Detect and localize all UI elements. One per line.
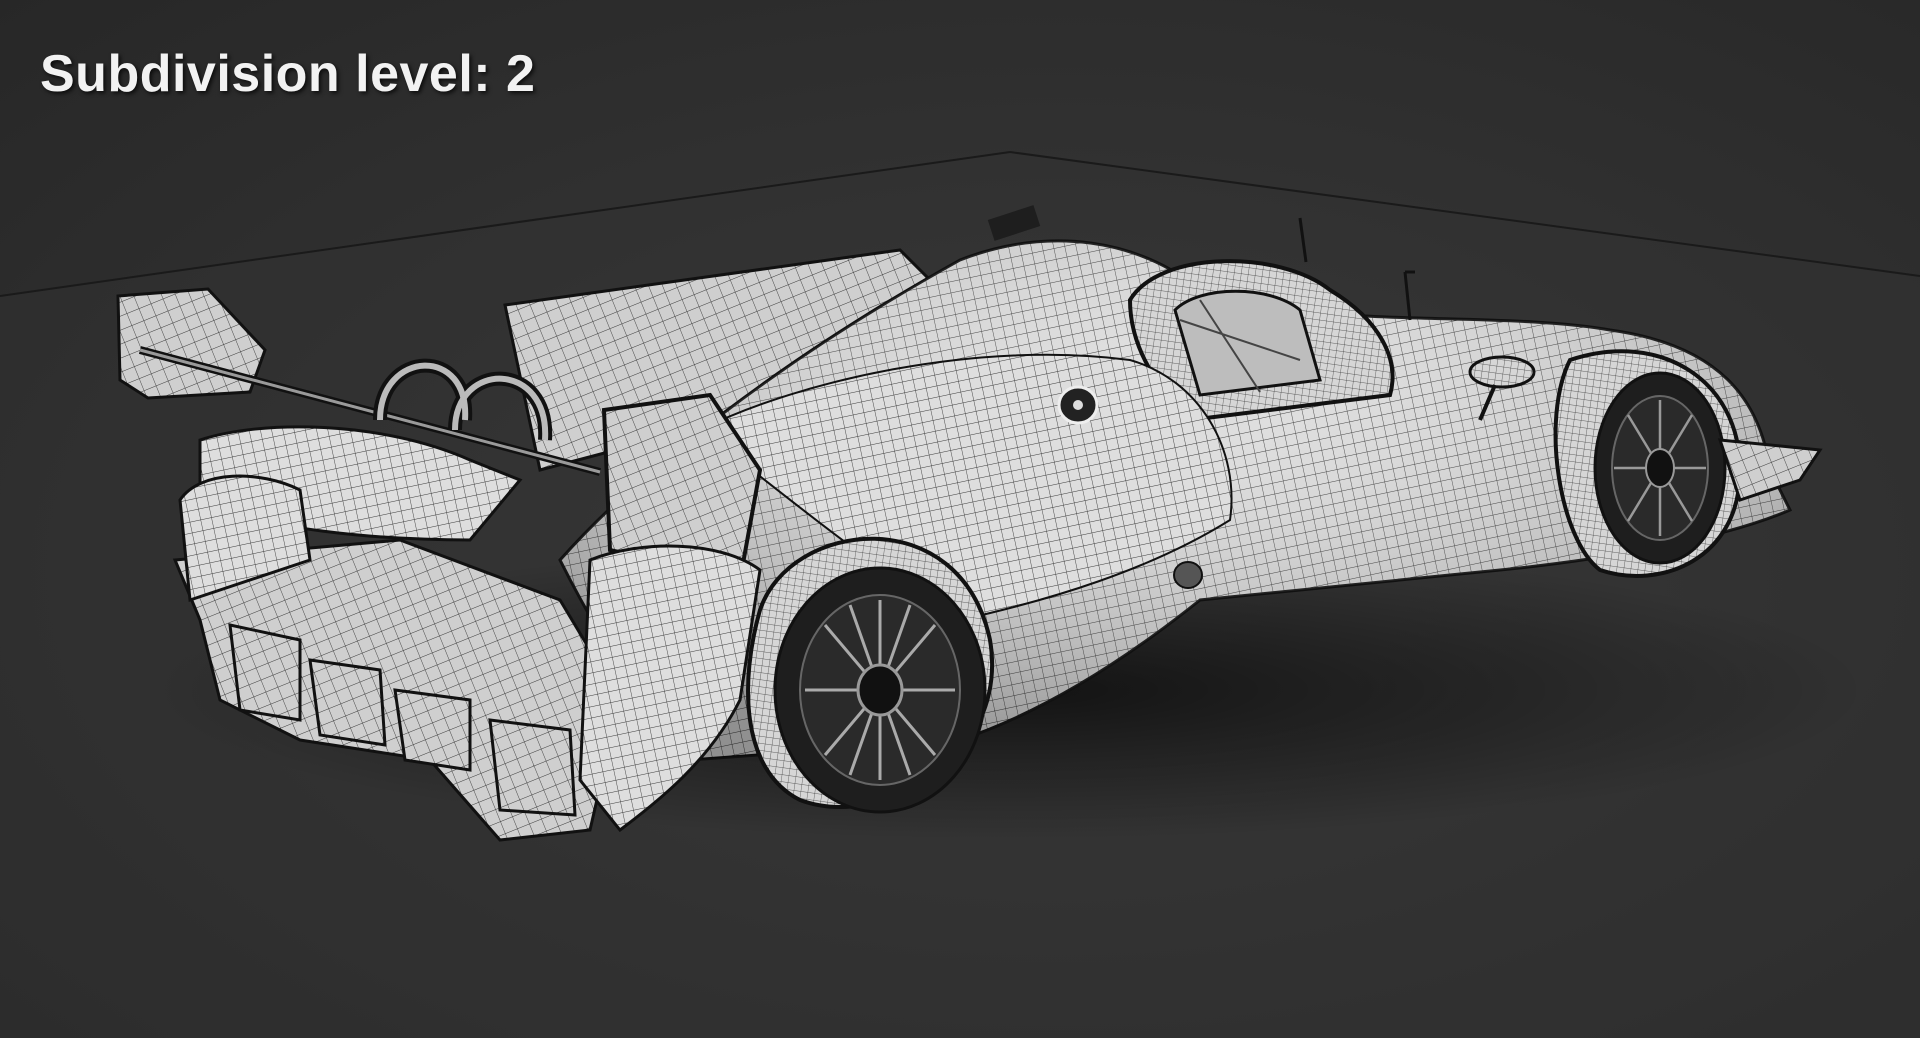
subdivision-level-label: Subdivision level: 2 — [40, 45, 536, 103]
rear-wheel — [746, 536, 994, 814]
wireframe-car-render — [0, 151, 1920, 1038]
render-viewport: Subdivision level: 2 — [0, 0, 1920, 1038]
